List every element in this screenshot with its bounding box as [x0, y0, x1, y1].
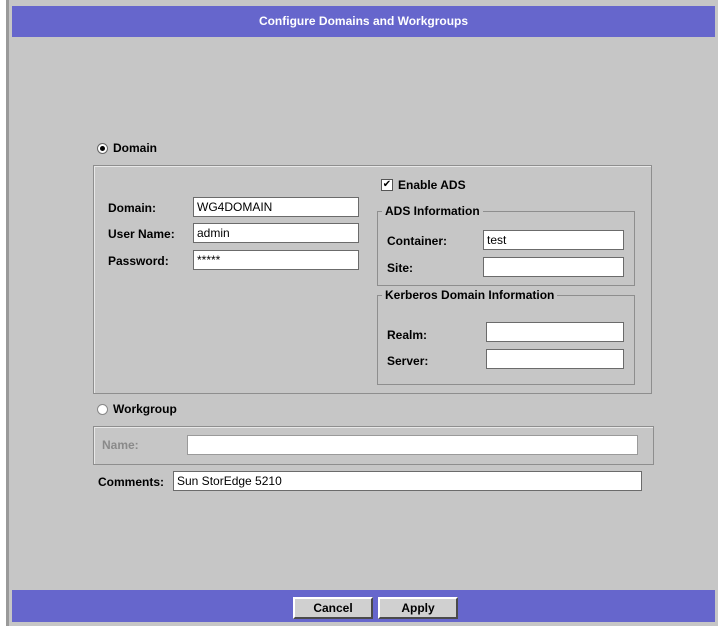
workgroup-panel: Name: [93, 426, 654, 465]
workgroup-radio-button[interactable] [97, 403, 108, 415]
realm-field-label: Realm: [387, 328, 428, 342]
username-input[interactable] [193, 223, 359, 243]
server-input[interactable] [486, 349, 624, 369]
kerberos-domain-group: Kerberos Domain Information Realm: Serve… [377, 288, 635, 385]
username-field-label: User Name: [108, 227, 175, 241]
domain-input[interactable] [193, 197, 359, 217]
realm-input[interactable] [486, 322, 624, 342]
page: Configure Domains and Workgroups Domain … [0, 0, 718, 626]
window-title: Configure Domains and Workgroups [12, 6, 715, 37]
site-field-label: Site: [387, 261, 414, 275]
container-field-label: Container: [387, 234, 447, 248]
domain-panel: Domain: User Name: Password: ✔ Enable AD… [93, 165, 652, 394]
comments-input[interactable] [173, 471, 642, 491]
domain-radio-option[interactable]: Domain [97, 141, 157, 155]
password-input[interactable] [193, 250, 359, 270]
domain-field-label: Domain: [108, 201, 156, 215]
site-input[interactable] [483, 257, 624, 277]
server-field-label: Server: [387, 354, 429, 368]
enable-ads-option[interactable]: ✔ Enable ADS [381, 178, 466, 192]
container-input[interactable] [483, 230, 624, 250]
ads-information-group: ADS Information Container: Site: [377, 204, 635, 286]
password-field-label: Password: [108, 254, 169, 268]
enable-ads-label: Enable ADS [398, 178, 466, 192]
configure-domains-window: Configure Domains and Workgroups Domain … [6, 0, 718, 626]
workgroup-radio-option[interactable]: Workgroup [97, 402, 177, 416]
ads-information-title: ADS Information [382, 204, 483, 218]
domain-radio-button[interactable] [97, 142, 108, 154]
kerberos-domain-title: Kerberos Domain Information [382, 288, 558, 302]
cancel-button[interactable]: Cancel [293, 597, 373, 619]
apply-button[interactable]: Apply [378, 597, 458, 619]
enable-ads-checkbox[interactable]: ✔ [381, 179, 393, 191]
domain-radio-label: Domain [113, 141, 158, 155]
workgroup-name-label: Name: [102, 438, 139, 452]
comments-label: Comments: [98, 475, 165, 489]
workgroup-radio-label: Workgroup [113, 402, 177, 416]
workgroup-name-input[interactable] [187, 435, 638, 455]
